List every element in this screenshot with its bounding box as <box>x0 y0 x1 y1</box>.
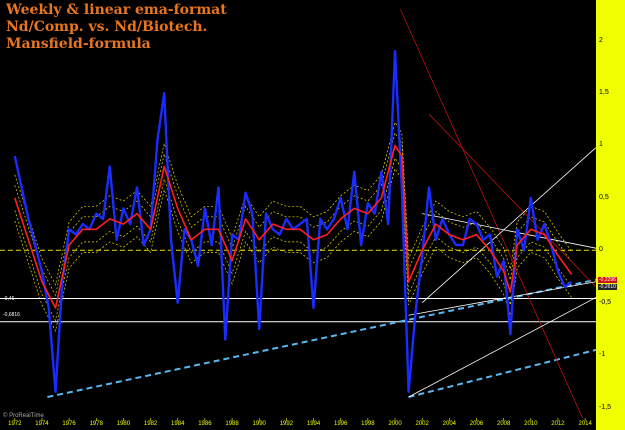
trend-line-4 <box>421 147 596 304</box>
y-tick-label-3: 0,5 <box>599 193 609 201</box>
y-tick-label-6: -1 <box>599 351 606 359</box>
x-tick-label-1998: 1998 <box>361 421 375 427</box>
credit-text: © ProRealTime <box>3 413 44 419</box>
x-tick-label-1994: 1994 <box>306 421 321 427</box>
series-layer <box>13 50 573 393</box>
chart-title-line-2: Nd/Comp. vs. Nd/Biotech. <box>6 19 208 35</box>
x-tick-label-1986: 1986 <box>198 421 212 427</box>
x-tick-label-1976: 1976 <box>62 421 76 427</box>
trend-line-6 <box>408 297 596 398</box>
x-tick-label-1988: 1988 <box>225 421 239 427</box>
x-tick-label-2010: 2010 <box>524 421 538 427</box>
last-value-badge: -0,2296 <box>598 277 617 283</box>
chart-stage: Weekly & linear ema-format Nd/Comp. vs. … <box>0 0 625 430</box>
y-tick-label-2: 1 <box>599 141 603 149</box>
chart-title-line-3: Mansfield-formula <box>6 36 151 52</box>
trend-line-1 <box>408 348 596 399</box>
y-tick-label-4: 0 <box>599 246 603 254</box>
level-label-046: -0,46 <box>3 296 15 302</box>
x-tick-label-1982: 1982 <box>143 421 158 427</box>
y-tick-label-0: 2 <box>599 36 603 44</box>
price-series-line <box>13 50 573 393</box>
y-axis-panel[interactable]: 2 1,5 1 0,5 0 -0,5 -1 -1,5 <box>596 0 625 430</box>
x-tick-label-1972: 1972 <box>8 421 22 427</box>
chart-plot <box>0 9 596 421</box>
x-tick-label-2012: 2012 <box>551 421 565 427</box>
y-tick-label-1: 1,5 <box>599 89 609 97</box>
x-tick-label-1992: 1992 <box>279 421 294 427</box>
x-tick-label-2004: 2004 <box>442 421 457 427</box>
chart-title-line-1: Weekly & linear ema-format <box>6 2 227 18</box>
last-ema-badge: -0,2610 <box>598 284 617 290</box>
x-tick-label-1984: 1984 <box>171 421 185 427</box>
x-tick-label-1996: 1996 <box>334 421 348 427</box>
x-tick-label-1980: 1980 <box>116 421 131 427</box>
level-label-06816: -0,6816 <box>3 312 20 318</box>
y-tick-label-7: -1,5 <box>599 403 612 411</box>
x-tick-label-1978: 1978 <box>89 421 103 427</box>
trend-line-2 <box>400 9 583 419</box>
x-tick-label-2008: 2008 <box>496 421 511 427</box>
x-tick-label-2014: 2014 <box>578 421 592 427</box>
x-tick-label-1974: 1974 <box>35 421 49 427</box>
ema-band-3 <box>14 167 572 333</box>
y-tick-label-5: -0,5 <box>599 298 612 306</box>
ema-band-1 <box>14 157 572 322</box>
x-tick-label-2002: 2002 <box>415 421 429 427</box>
x-tick-label-2000: 2000 <box>388 421 402 427</box>
x-tick-label-2006: 2006 <box>469 421 484 427</box>
x-tick-label-1990: 1990 <box>252 421 266 427</box>
